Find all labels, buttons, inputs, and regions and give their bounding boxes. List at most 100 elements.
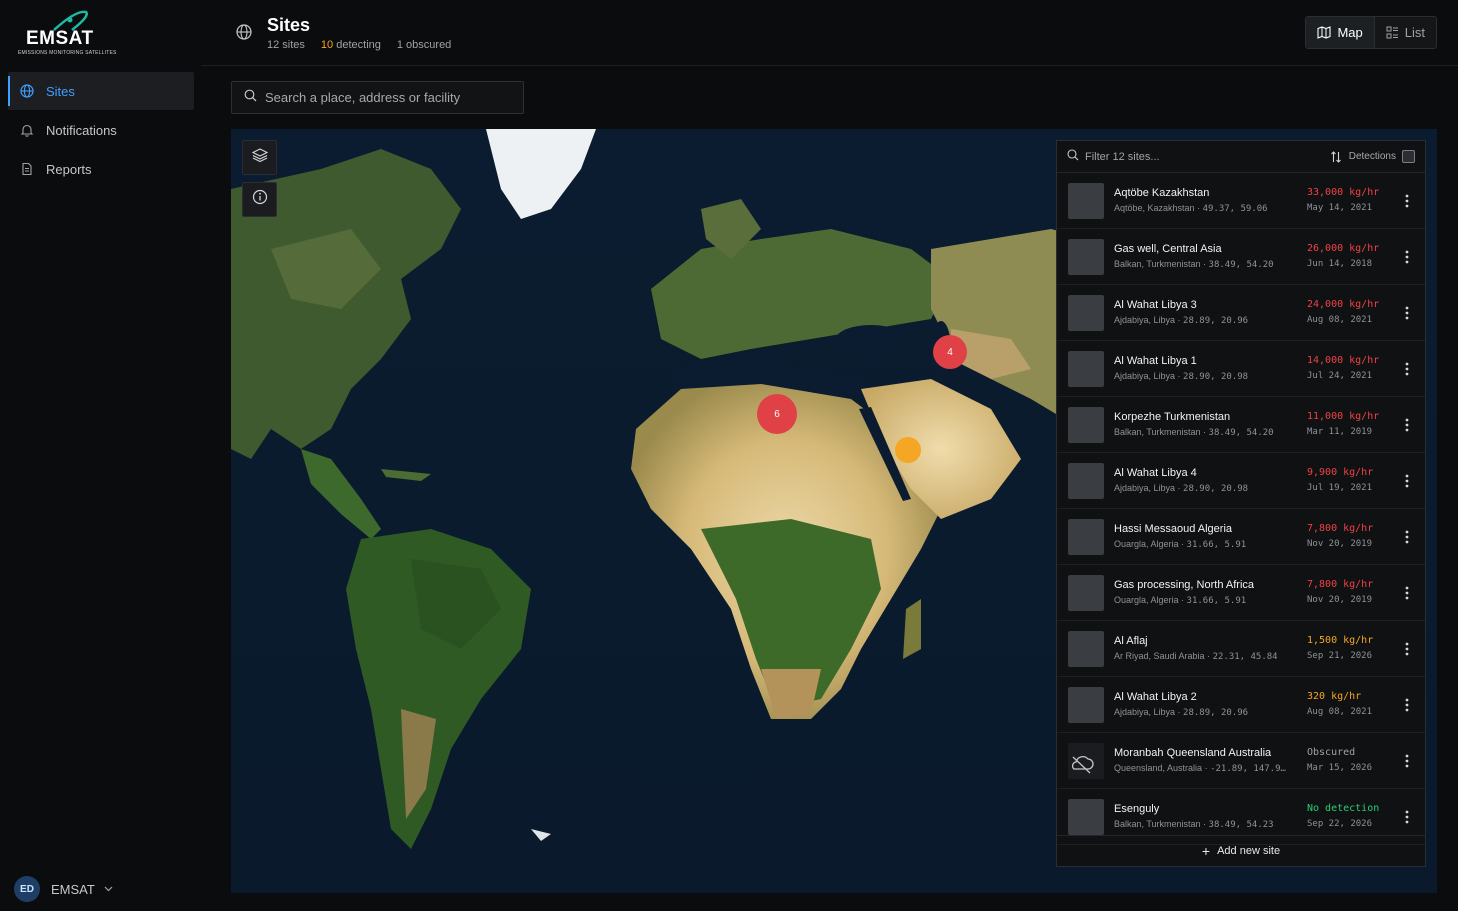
plus-icon: +: [1201, 843, 1211, 859]
separator: ·: [1175, 371, 1184, 381]
layers-button[interactable]: [242, 140, 277, 175]
site-region: Ouargla, Algeria: [1114, 539, 1179, 549]
emission-rate: 1,500 kg/hr: [1307, 635, 1374, 646]
sidebar-item-reports[interactable]: Reports: [8, 150, 194, 188]
list-icon: [1386, 26, 1399, 39]
site-region: Ajdabiya, Libya: [1114, 707, 1176, 717]
site-region: Aqtöbe, Kazakhstan: [1114, 203, 1195, 213]
more-options-icon[interactable]: [1401, 809, 1413, 825]
more-options-icon[interactable]: [1401, 193, 1413, 209]
map-view-button[interactable]: Map: [1306, 17, 1375, 48]
site-row[interactable]: Gas processing, North Africa Ouargla, Alg…: [1057, 565, 1425, 621]
list-view-label: List: [1404, 25, 1425, 40]
site-thumbnail: [1068, 239, 1104, 275]
detections-label: Detections: [1348, 151, 1396, 162]
site-row[interactable]: Al Wahat Libya 1 Ajdabiya, Libya · 28.90,…: [1057, 341, 1425, 397]
detection-date: Mar 15, 2026: [1307, 763, 1373, 773]
more-options-icon[interactable]: [1401, 697, 1413, 713]
site-coordinates: 49.37, 59.06: [1202, 204, 1268, 214]
site-row[interactable]: Gas well, Central Asia Balkan, Turkmenist…: [1057, 229, 1425, 285]
more-options-icon[interactable]: [1401, 361, 1413, 377]
emission-rate: 14,000 kg/hr: [1307, 355, 1380, 366]
bell-icon: [20, 123, 34, 137]
site-row[interactable]: Korpezhe Turkmenistan Balkan, Turkmenista…: [1057, 397, 1425, 453]
site-region: Balkan, Turkmenistan: [1114, 819, 1201, 829]
brand-tagline: EMISSIONS MONITORING SATELLITES: [18, 50, 117, 56]
app-root: EMSAT EMISSIONS MONITORING SATELLITES Si…: [0, 0, 1458, 911]
site-location: Ouargla, Algeria · 31.66, 5.91: [1114, 539, 1246, 550]
detection-date: Jul 19, 2021: [1307, 483, 1373, 493]
more-options-icon[interactable]: [1401, 305, 1413, 321]
site-name: Al Aflaj: [1114, 635, 1148, 647]
detecting-number: 10: [320, 39, 334, 51]
site-location: Queensland, Australia · -21.89, 147.9…: [1114, 763, 1286, 774]
more-options-icon[interactable]: [1401, 473, 1413, 489]
user-name: EMSAT: [51, 881, 95, 897]
detecting-count: 10 detecting: [321, 39, 381, 51]
detections-checkbox[interactable]: [1402, 150, 1415, 163]
sidebar: EMSAT EMISSIONS MONITORING SATELLITES Si…: [0, 0, 201, 911]
separator: ·: [1178, 595, 1187, 605]
site-row[interactable]: Moranbah Queensland Australia Queensland,…: [1057, 733, 1425, 789]
site-row[interactable]: Al Wahat Libya 2 Ajdabiya, Libya · 28.89,…: [1057, 677, 1425, 733]
sidebar-item-sites[interactable]: Sites: [8, 72, 194, 110]
add-new-site-button[interactable]: + Add new site: [1057, 835, 1425, 866]
search-input[interactable]: [265, 90, 515, 105]
detection-date: Aug 08, 2021: [1307, 315, 1373, 325]
sites-count: 12 sites: [267, 39, 305, 51]
site-filter-input[interactable]: [1085, 150, 1330, 163]
site-name: Gas processing, North Africa: [1114, 579, 1255, 591]
detection-date: Sep 21, 2026: [1307, 651, 1373, 661]
site-coordinates: 28.89, 20.96: [1183, 708, 1249, 718]
site-location: Balkan, Turkmenistan · 38.49, 54.20: [1114, 427, 1274, 438]
emission-rate: Obscured: [1307, 747, 1356, 758]
site-row[interactable]: Aqtöbe Kazakhstan Aqtöbe, Kazakhstan · 49…: [1057, 173, 1425, 229]
detection-date: Mar 11, 2019: [1307, 427, 1373, 437]
site-row[interactable]: Al Wahat Libya 4 Ajdabiya, Libya · 28.90,…: [1057, 453, 1425, 509]
site-coordinates: 38.49, 54.20: [1208, 260, 1274, 270]
site-row[interactable]: Al Aflaj Ar Riyad, Saudi Arabia · 22.31, …: [1057, 621, 1425, 677]
more-options-icon[interactable]: [1401, 249, 1413, 265]
emission-rate: 7,800 kg/hr: [1307, 523, 1374, 534]
sort-icon[interactable]: [1330, 150, 1342, 163]
add-new-site-label: Add new site: [1217, 845, 1281, 857]
globe-icon: [20, 84, 34, 98]
detecting-label: detecting: [333, 39, 381, 51]
detection-date: Aug 08, 2021: [1307, 707, 1373, 717]
separator: ·: [1202, 763, 1211, 773]
site-name: Aqtöbe Kazakhstan: [1114, 187, 1210, 199]
site-row[interactable]: Al Wahat Libya 3 Ajdabiya, Libya · 28.89,…: [1057, 285, 1425, 341]
site-location: Ajdabiya, Libya · 28.90, 20.98: [1114, 483, 1248, 494]
site-region: Balkan, Turkmenistan: [1114, 259, 1201, 269]
detection-date: May 14, 2021: [1307, 203, 1373, 213]
view-toggle: Map List: [1305, 16, 1437, 49]
more-options-icon[interactable]: [1401, 529, 1413, 545]
emission-rate: 26,000 kg/hr: [1307, 243, 1380, 254]
site-coordinates: 31.66, 5.91: [1186, 540, 1247, 550]
site-row[interactable]: Hassi Messaoud Algeria Ouargla, Algeria ·…: [1057, 509, 1425, 565]
detection-date: Nov 20, 2019: [1307, 595, 1373, 605]
separator: ·: [1194, 203, 1203, 213]
more-options-icon[interactable]: [1401, 585, 1413, 601]
more-options-icon[interactable]: [1401, 417, 1413, 433]
info-button[interactable]: [242, 182, 277, 217]
search-icon: [1067, 148, 1079, 166]
site-region: Queensland, Australia: [1114, 763, 1203, 773]
site-name: Gas well, Central Asia: [1114, 243, 1222, 255]
map-cluster-marker[interactable]: 4: [933, 335, 967, 369]
site-region: Ajdabiya, Libya: [1114, 371, 1176, 381]
brand-logo[interactable]: EMSAT EMISSIONS MONITORING SATELLITES: [16, 8, 126, 58]
map-site-marker[interactable]: [895, 437, 921, 463]
site-region: Ajdabiya, Libya: [1114, 315, 1176, 325]
list-view-button[interactable]: List: [1375, 17, 1436, 48]
emission-rate: 320 kg/hr: [1307, 691, 1362, 702]
sidebar-item-notifications[interactable]: Notifications: [8, 111, 194, 149]
user-menu[interactable]: ED EMSAT: [14, 876, 113, 902]
cloud-obscured-icon: [1071, 756, 1094, 774]
site-location: Balkan, Turkmenistan · 38.49, 54.23: [1114, 819, 1274, 830]
detection-date: Nov 20, 2019: [1307, 539, 1373, 549]
more-options-icon[interactable]: [1401, 641, 1413, 657]
more-options-icon[interactable]: [1401, 753, 1413, 769]
emission-rate: No detection: [1307, 803, 1380, 814]
map-cluster-marker[interactable]: 6: [757, 394, 797, 434]
